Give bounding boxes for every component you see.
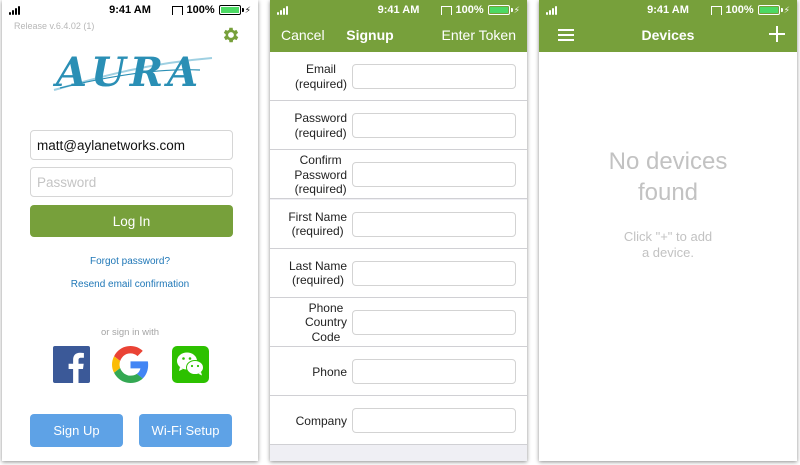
no-devices-message: No devices found [608,148,728,206]
form-row: Email (required) [270,52,527,101]
charging-icon: ⚡ [513,4,520,15]
form-row: Password (required) [270,101,527,151]
form-field-input[interactable] [352,359,516,385]
form-field-label-text: First Name (required) [288,209,347,239]
signup-title: Signup [346,27,394,43]
enter-token-button[interactable]: Enter Token [442,27,516,43]
charging-icon: ⚡ [244,4,251,15]
form-row: Confirm Password (required) [270,150,527,200]
or-sign-in-label: or sign in with [100,327,160,338]
email-field[interactable] [30,130,233,160]
form-field-label: Company [270,396,347,445]
status-bar: 9:41 AM 100% ⚡ [270,0,527,20]
form-row: Last Name (required) [270,248,527,298]
signup-screen: 9:41 AM 100% ⚡ Cancel Signup Enter Token… [270,0,527,461]
form-row: Phone [270,347,527,397]
battery-icon [487,5,513,15]
devices-screen: 9:41 AM 100% ⚡ Devices No devices found … [539,0,797,461]
battery-icon [218,5,244,15]
screen-mirroring-icon [710,5,722,15]
resend-confirmation-link[interactable]: Resend email confirmation [2,279,258,290]
charging-icon: ⚡ [783,4,790,15]
form-field-input[interactable] [352,211,516,237]
signup-navbar: 9:41 AM 100% ⚡ Cancel Signup Enter Token [270,0,527,52]
form-field-input[interactable] [352,113,516,139]
form-field-label: Last Name (required) [270,249,347,298]
wifi-setup-button[interactable]: Wi-Fi Setup [139,414,232,447]
screen-mirroring-icon [171,5,183,15]
form-field-input[interactable] [352,162,516,188]
form-row: Company [270,396,527,446]
form-field-label: Password (required) [270,101,347,150]
status-bar: 9:41 AM 100% ⚡ [539,0,797,20]
battery-percent: 100% [455,4,484,16]
google-icon[interactable] [112,346,149,383]
form-field-label: Confirm Password (required) [270,150,347,199]
wechat-icon[interactable] [172,346,209,383]
form-field-label: Phone [270,347,347,396]
gear-icon[interactable] [221,25,241,45]
status-bar: 9:41 AM 100% ⚡ [2,0,258,20]
battery-percent: 100% [186,4,215,16]
screen-mirroring-icon [440,5,452,15]
form-field-label-text: Last Name (required) [288,258,347,288]
logo-wordmark: AURA [52,50,202,94]
forgot-password-link[interactable]: Forgot password? [2,256,258,267]
sign-up-button[interactable]: Sign Up [30,414,123,447]
add-device-icon[interactable] [769,26,785,42]
form-field-label: Phone Country Code [270,298,347,347]
devices-title: Devices [641,27,695,43]
aura-logo: AURA [52,50,213,94]
release-version: Release v.6.4.02 (1) [14,21,95,31]
form-field-label-text: Phone Country Code [304,300,347,344]
form-field-label-text: Email (required) [294,62,347,91]
form-field-input[interactable] [352,64,516,90]
form-field-input[interactable] [352,260,516,286]
form-field-label: First Name (required) [270,200,347,249]
battery-percent: 100% [725,4,754,16]
form-field-label-text: Confirm Password (required) [294,153,347,197]
form-field-label: Email (required) [270,52,347,101]
devices-navbar: 9:41 AM 100% ⚡ Devices [539,0,797,52]
password-field[interactable] [30,167,233,197]
form-field-label-text: Company [295,413,347,428]
screenshot-stage: 9:41 AM 100% ⚡ Release v.6.4.02 (1) AURA… [0,0,800,465]
form-field-input[interactable] [352,408,516,434]
form-field-input[interactable] [352,310,516,336]
login-screen: 9:41 AM 100% ⚡ Release v.6.4.02 (1) AURA… [2,0,258,461]
add-device-hint: Click "+" to add a device. [623,229,713,260]
form-row: Phone Country Code [270,298,527,347]
form-field-label-text: Phone [312,364,347,379]
form-row: First Name (required) [270,199,527,249]
battery-icon [757,5,783,15]
facebook-icon[interactable] [53,346,90,383]
login-button[interactable]: Log In [30,205,233,237]
form-field-label-text: Password (required) [294,111,347,140]
